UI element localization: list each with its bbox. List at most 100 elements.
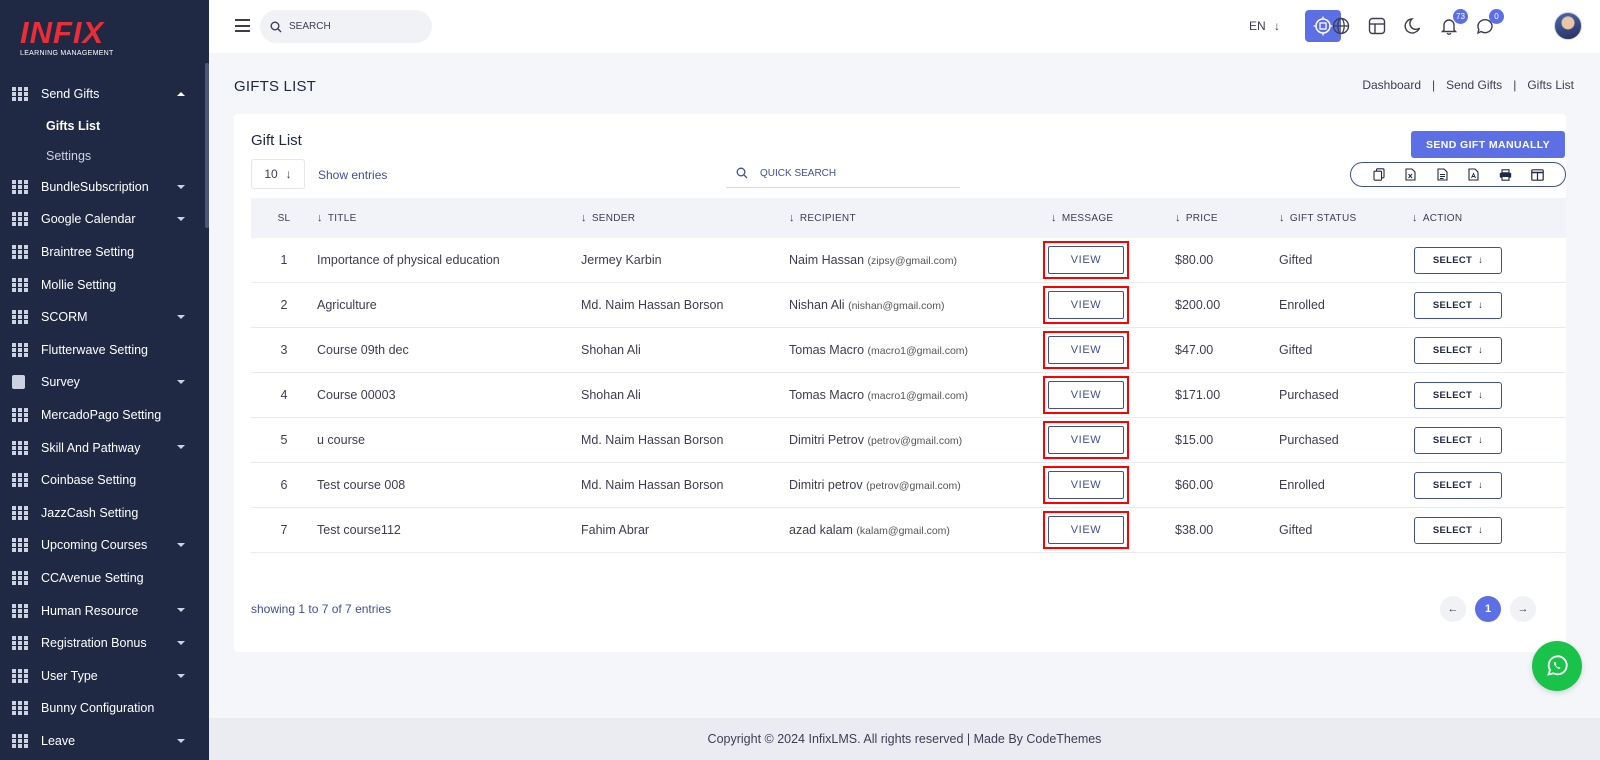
view-message-button[interactable]: VIEW xyxy=(1048,291,1124,319)
grid-icon xyxy=(12,603,28,618)
sidebar-item-jazzcash-setting[interactable]: JazzCash Setting xyxy=(0,497,205,530)
prev-page-button[interactable]: ← xyxy=(1440,596,1466,622)
send-gift-manually-button[interactable]: SEND GIFT MANUALLY xyxy=(1411,131,1565,158)
select-action-button[interactable]: SELECT ↓ xyxy=(1414,246,1502,274)
cell-action: SELECT ↓ xyxy=(1412,381,1562,409)
view-message-button[interactable]: VIEW xyxy=(1048,246,1124,274)
messages-button[interactable]: 0 xyxy=(1473,9,1504,38)
dark-mode-button[interactable] xyxy=(1401,14,1425,38)
arrow-down-icon: ↓ xyxy=(1478,434,1484,446)
sort-arrow-icon: ↓ xyxy=(1175,212,1181,224)
sidebar-item-ccavenue-setting[interactable]: CCAvenue Setting xyxy=(0,562,205,595)
sidebar-item-google-calendar[interactable]: Google Calendar xyxy=(0,203,205,236)
header-search[interactable] xyxy=(260,10,432,43)
sidebar-item-send-gifts[interactable]: Send Gifts xyxy=(0,78,205,111)
cell-gift-status: Purchased xyxy=(1279,388,1339,402)
breadcrumb-gifts-list[interactable]: Gifts List xyxy=(1527,78,1574,92)
sidebar-item-flutterwave-setting[interactable]: Flutterwave Setting xyxy=(0,334,205,367)
cell-price: $60.00 xyxy=(1175,478,1214,492)
sidebar-item-mollie-setting[interactable]: Mollie Setting xyxy=(0,268,205,301)
pdf-icon xyxy=(1468,168,1479,181)
view-message-button[interactable]: VIEW xyxy=(1048,426,1124,454)
entries-select[interactable]: 10 ↓ xyxy=(251,159,305,189)
select-action-button[interactable]: SELECT ↓ xyxy=(1414,381,1502,409)
recipient-email: (zipsy@gmail.com) xyxy=(867,255,957,267)
grid-icon xyxy=(12,636,28,651)
page-button-1[interactable]: 1 xyxy=(1475,596,1501,622)
cell-recipient: Nishan Ali (nishan@gmail.com) xyxy=(789,298,1051,312)
grid-icon xyxy=(12,733,28,748)
logo[interactable]: INFIX LEARNING MANAGEMENT xyxy=(20,17,114,57)
user-avatar[interactable] xyxy=(1554,12,1582,40)
column-header-sender[interactable]: ↓ SENDER xyxy=(581,212,789,224)
column-header-recipient[interactable]: ↓ RECIPIENT xyxy=(789,212,1051,224)
excel-button[interactable] xyxy=(1399,163,1421,186)
csv-button[interactable] xyxy=(1431,163,1453,186)
header-search-input[interactable] xyxy=(289,21,419,32)
columns-button[interactable] xyxy=(1526,163,1548,186)
breadcrumb-dashboard[interactable]: Dashboard xyxy=(1362,78,1421,92)
column-header-action[interactable]: ↓ ACTION xyxy=(1412,212,1562,224)
cell-title: Course 09th dec xyxy=(317,343,409,357)
sidebar-item-human-resource[interactable]: Human Resource xyxy=(0,594,205,627)
sidebar-item-leave[interactable]: Leave xyxy=(0,725,205,758)
sidebar-item-upcoming-courses[interactable]: Upcoming Courses xyxy=(0,529,205,562)
print-button[interactable] xyxy=(1494,163,1516,186)
sidebar-item-user-type[interactable]: User Type xyxy=(0,660,205,693)
sidebar-item-coinbase-setting[interactable]: Coinbase Setting xyxy=(0,464,205,497)
view-message-button[interactable]: VIEW xyxy=(1048,516,1124,544)
highlight-box: VIEW xyxy=(1043,331,1129,369)
quick-search-input[interactable] xyxy=(760,167,950,179)
sidebar-item-label: Mollie Setting xyxy=(41,277,117,292)
sidebar-subitem-settings[interactable]: Settings xyxy=(0,141,205,171)
card-title: Gift List xyxy=(251,132,302,149)
next-page-button[interactable]: → xyxy=(1510,596,1536,622)
view-message-button[interactable]: VIEW xyxy=(1048,381,1124,409)
select-action-button[interactable]: SELECT ↓ xyxy=(1414,471,1502,499)
copy-button[interactable] xyxy=(1368,163,1390,186)
highlight-box: VIEW xyxy=(1043,466,1129,504)
select-action-button[interactable]: SELECT ↓ xyxy=(1414,426,1502,454)
arrow-left-icon: ← xyxy=(1447,603,1459,615)
recipient-email: (macro1@gmail.com) xyxy=(867,390,969,402)
layout-button[interactable] xyxy=(1365,14,1389,38)
language-selector[interactable]: EN ↓ xyxy=(1249,19,1280,33)
sidebar-item-bunny-configuration[interactable]: Bunny Configuration xyxy=(0,692,205,725)
column-header-gift-status[interactable]: ↓ GIFT STATUS xyxy=(1279,212,1412,224)
menu-toggle-icon[interactable] xyxy=(235,19,250,32)
cell-price: $47.00 xyxy=(1175,343,1214,357)
column-header-sl[interactable]: SL xyxy=(251,213,317,224)
sidebar-item-bundlesubscription[interactable]: BundleSubscription xyxy=(0,171,205,204)
sidebar-subitem-gifts-list[interactable]: Gifts List xyxy=(0,111,205,141)
notifications-button[interactable]: 73 xyxy=(1437,9,1468,38)
sidebar-item-mercadopago-setting[interactable]: MercadoPago Setting xyxy=(0,399,205,432)
view-message-button[interactable]: VIEW xyxy=(1048,336,1124,364)
sidebar-item-registration-bonus[interactable]: Registration Bonus xyxy=(0,627,205,660)
column-header-price[interactable]: ↓ PRICE xyxy=(1175,212,1279,224)
cell-recipient: Dimitri Petrov (petrov@gmail.com) xyxy=(789,433,1051,447)
pdf-button[interactable] xyxy=(1463,163,1485,186)
grid-icon xyxy=(12,310,28,325)
sidebar-scrollbar[interactable] xyxy=(205,63,209,228)
whatsapp-chat-button[interactable] xyxy=(1532,641,1582,691)
sidebar-item-braintree-setting[interactable]: Braintree Setting xyxy=(0,236,205,269)
quick-search[interactable] xyxy=(726,159,960,188)
sidebar-item-survey[interactable]: Survey xyxy=(0,366,205,399)
view-message-button[interactable]: VIEW xyxy=(1048,471,1124,499)
column-header-message[interactable]: ↓ MESSAGE xyxy=(1051,212,1175,224)
sidebar-item-label: Survey xyxy=(41,375,80,390)
arrow-right-icon: → xyxy=(1517,603,1529,615)
select-action-button[interactable]: SELECT ↓ xyxy=(1414,291,1502,319)
breadcrumb-send-gifts[interactable]: Send Gifts xyxy=(1446,78,1502,92)
sidebar-item-scorm[interactable]: SCORM xyxy=(0,301,205,334)
cell-price: $38.00 xyxy=(1175,523,1214,537)
sort-arrow-icon: ↓ xyxy=(1051,212,1057,224)
globe-button[interactable] xyxy=(1329,14,1353,38)
cell-sl: 6 xyxy=(280,478,288,492)
sidebar-item-skill-and-pathway[interactable]: Skill And Pathway xyxy=(0,431,205,464)
select-action-button[interactable]: SELECT ↓ xyxy=(1414,516,1502,544)
cell-sl: 3 xyxy=(280,343,288,357)
column-header-title[interactable]: ↓ TITLE xyxy=(317,212,581,224)
pagination: ← 1 → xyxy=(1440,596,1536,622)
select-action-button[interactable]: SELECT ↓ xyxy=(1414,336,1502,364)
